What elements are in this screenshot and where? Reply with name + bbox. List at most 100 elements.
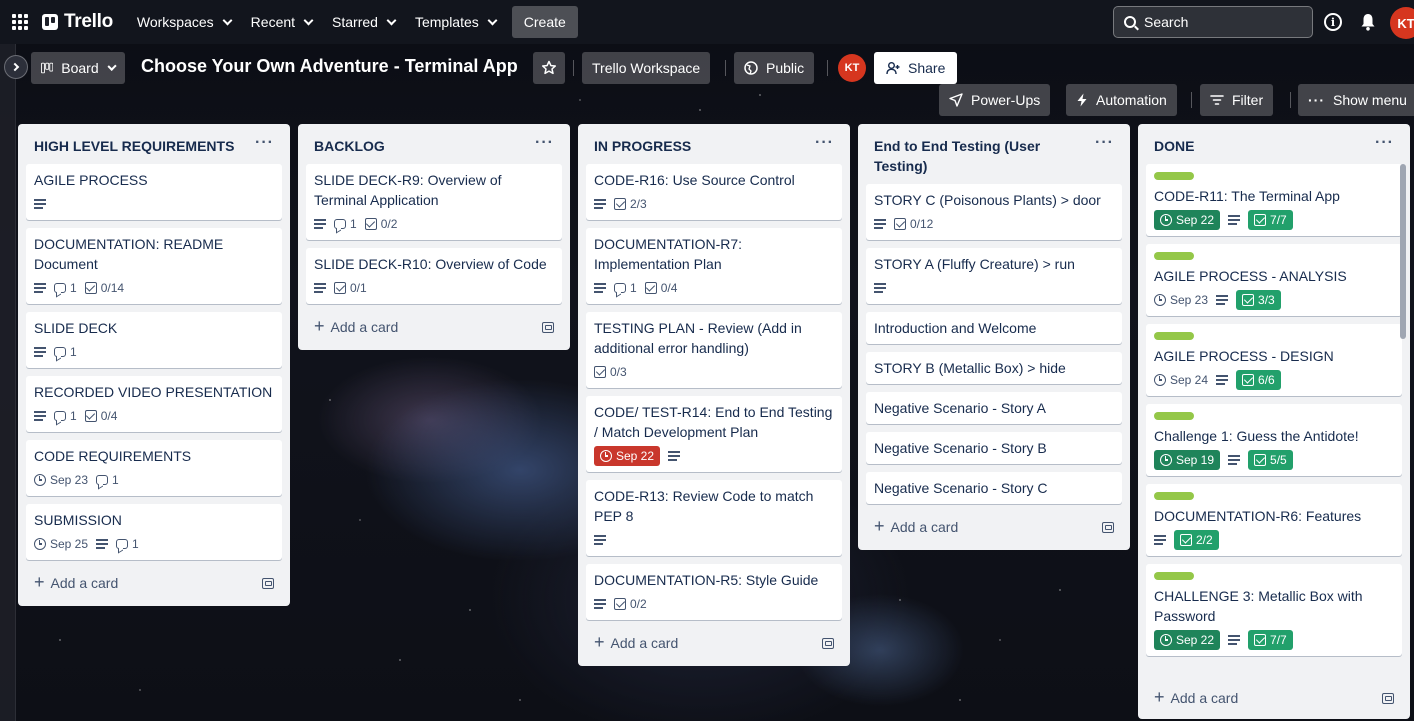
card[interactable]: Negative Scenario - Story A — [866, 392, 1122, 424]
add-card-button[interactable]: + Add a card — [1138, 683, 1410, 713]
description-badge — [594, 530, 606, 550]
search-input[interactable] — [1144, 14, 1294, 30]
card-label[interactable] — [1154, 412, 1194, 420]
nav-workspaces[interactable]: Workspaces — [127, 6, 241, 38]
due-date-badge[interactable]: Sep 24 — [1154, 370, 1208, 390]
card[interactable]: RECORDED VIDEO PRESENTATION 1 0/4 — [26, 376, 282, 432]
card-template-icon[interactable] — [1102, 521, 1114, 533]
done-list-scrollbar[interactable] — [1400, 164, 1406, 339]
description-badge — [1216, 290, 1229, 310]
card-label[interactable] — [1154, 172, 1194, 180]
card[interactable]: STORY A (Fluffy Creature) > run — [866, 248, 1122, 304]
add-card-button[interactable]: + Add a card — [586, 628, 842, 658]
card[interactable]: STORY B (Metallic Box) > hide — [866, 352, 1122, 384]
list-title[interactable]: DONE — [1154, 136, 1194, 156]
card[interactable]: AGILE PROCESS - DESIGN Sep 24 6/6 — [1146, 324, 1402, 396]
card[interactable]: Negative Scenario - Story B — [866, 432, 1122, 464]
nav-starred[interactable]: Starred — [322, 6, 405, 38]
checklist-count: 6/6 — [1258, 373, 1275, 387]
board-view-switcher[interactable]: Board — [31, 52, 125, 84]
card[interactable]: DOCUMENTATION-R5: Style Guide 0/2 — [586, 564, 842, 620]
done-list-cards[interactable]: CODE-R11: The Terminal App Sep 22 7/7 AG… — [1146, 164, 1402, 684]
card[interactable]: CHALLENGE 3: Metallic Box with Password … — [1146, 564, 1402, 656]
card-label[interactable] — [1154, 492, 1194, 500]
star-board-button[interactable] — [533, 52, 565, 84]
add-card-button[interactable]: + Add a card — [26, 568, 282, 598]
checklist-count: 5/5 — [1270, 453, 1287, 467]
card-title: CODE-R16: Use Source Control — [594, 172, 795, 188]
list-title[interactable]: End to End Testing (User Testing) — [874, 136, 1094, 176]
search-box[interactable] — [1113, 6, 1313, 38]
card-label[interactable] — [1154, 332, 1194, 340]
info-icon[interactable]: i — [1324, 13, 1342, 31]
card-template-icon[interactable] — [1382, 692, 1394, 704]
card-template-icon[interactable] — [542, 321, 554, 333]
list-menu-icon[interactable]: ··· — [535, 135, 554, 151]
list-title[interactable]: IN PROGRESS — [594, 136, 691, 156]
filter-button[interactable]: Filter — [1200, 84, 1274, 116]
power-ups-button[interactable]: Power-Ups — [939, 84, 1051, 116]
list-menu-icon[interactable]: ··· — [1375, 135, 1394, 151]
description-icon — [1228, 635, 1241, 645]
card[interactable]: SLIDE DECK 1 — [26, 312, 282, 368]
card[interactable]: CODE-R13: Review Code to match PEP 8 — [586, 480, 842, 556]
list-menu-icon[interactable]: ··· — [815, 135, 834, 151]
list-title[interactable]: HIGH LEVEL REQUIREMENTS — [34, 136, 234, 156]
list-title[interactable]: BACKLOG — [314, 136, 385, 156]
expand-sidebar-button[interactable] — [4, 55, 28, 79]
member-avatar[interactable]: KT — [838, 54, 866, 82]
plus-icon: + — [594, 632, 605, 652]
card[interactable]: DOCUMENTATION-R6: Features 2/2 — [1146, 484, 1402, 556]
card-title: SLIDE DECK-R9: Overview of Terminal Appl… — [314, 172, 502, 208]
card[interactable]: CODE REQUIREMENTS Sep 23 1 — [26, 440, 282, 496]
card-label[interactable] — [1154, 252, 1194, 260]
card[interactable]: CODE-R16: Use Source Control 2/3 — [586, 164, 842, 220]
app-switcher-icon[interactable] — [10, 12, 30, 32]
board-title[interactable]: Choose Your Own Adventure - Terminal App — [141, 56, 518, 77]
card-template-icon[interactable] — [822, 637, 834, 649]
list-menu-icon[interactable]: ··· — [255, 135, 274, 151]
due-date-complete-badge[interactable]: Sep 19 — [1154, 450, 1221, 470]
due-date-overdue-badge[interactable]: Sep 22 — [594, 446, 661, 466]
card[interactable]: DOCUMENTATION: README Document 1 0/14 — [26, 228, 282, 304]
card[interactable]: TESTING PLAN - Review (Add in additional… — [586, 312, 842, 388]
due-date-complete-badge[interactable]: Sep 22 — [1154, 630, 1221, 650]
workspace-button[interactable]: Trello Workspace — [582, 52, 711, 84]
card[interactable]: SLIDE DECK-R10: Overview of Code 0/1 — [306, 248, 562, 304]
due-date-badge: Sep 23 — [34, 470, 88, 490]
trello-logo[interactable]: Trello — [42, 11, 113, 33]
card[interactable]: DOCUMENTATION-R7: Implementation Plan 1 … — [586, 228, 842, 304]
notifications-bell-icon[interactable] — [1360, 13, 1376, 31]
card[interactable]: Challenge 1: Guess the Antidote! Sep 19 … — [1146, 404, 1402, 476]
card[interactable]: CODE/ TEST-R14: End to End Testing / Mat… — [586, 396, 842, 472]
card[interactable]: SUBMISSION Sep 25 1 — [26, 504, 282, 560]
nav-templates[interactable]: Templates — [405, 6, 506, 38]
nav-recent[interactable]: Recent — [241, 6, 322, 38]
due-date-badge[interactable]: Sep 23 — [1154, 290, 1208, 310]
visibility-button[interactable]: Public — [734, 52, 815, 84]
create-button[interactable]: Create — [511, 6, 578, 38]
user-avatar[interactable]: KT — [1390, 7, 1414, 39]
card[interactable]: Negative Scenario - Story C — [866, 472, 1122, 504]
card[interactable]: STORY C (Poisonous Plants) > door 0/12 — [866, 184, 1122, 240]
card[interactable]: Introduction and Welcome — [866, 312, 1122, 344]
card[interactable]: SLIDE DECK-R9: Overview of Terminal Appl… — [306, 164, 562, 240]
automation-button[interactable]: Automation — [1066, 84, 1177, 116]
clock-icon — [1154, 294, 1166, 306]
card-label[interactable] — [1154, 572, 1194, 580]
nav-recent-label: Recent — [250, 14, 296, 30]
show-menu-button[interactable]: ··· Show menu — [1298, 84, 1414, 116]
list-menu-icon[interactable]: ··· — [1095, 135, 1114, 151]
card-template-icon[interactable] — [262, 577, 274, 589]
description-badge — [34, 342, 46, 362]
card[interactable]: AGILE PROCESS — [26, 164, 282, 220]
card[interactable]: CODE-R11: The Terminal App Sep 22 7/7 — [1146, 164, 1402, 236]
add-card-button[interactable]: + Add a card — [306, 312, 562, 342]
card[interactable]: AGILE PROCESS - ANALYSIS Sep 23 3/3 — [1146, 244, 1402, 316]
due-date-complete-badge[interactable]: Sep 22 — [1154, 210, 1221, 230]
comments-count: 1 — [112, 473, 119, 487]
add-card-button[interactable]: + Add a card — [866, 512, 1122, 542]
share-label: Share — [908, 60, 946, 76]
description-icon — [1228, 455, 1241, 465]
share-button[interactable]: Share — [874, 52, 958, 84]
